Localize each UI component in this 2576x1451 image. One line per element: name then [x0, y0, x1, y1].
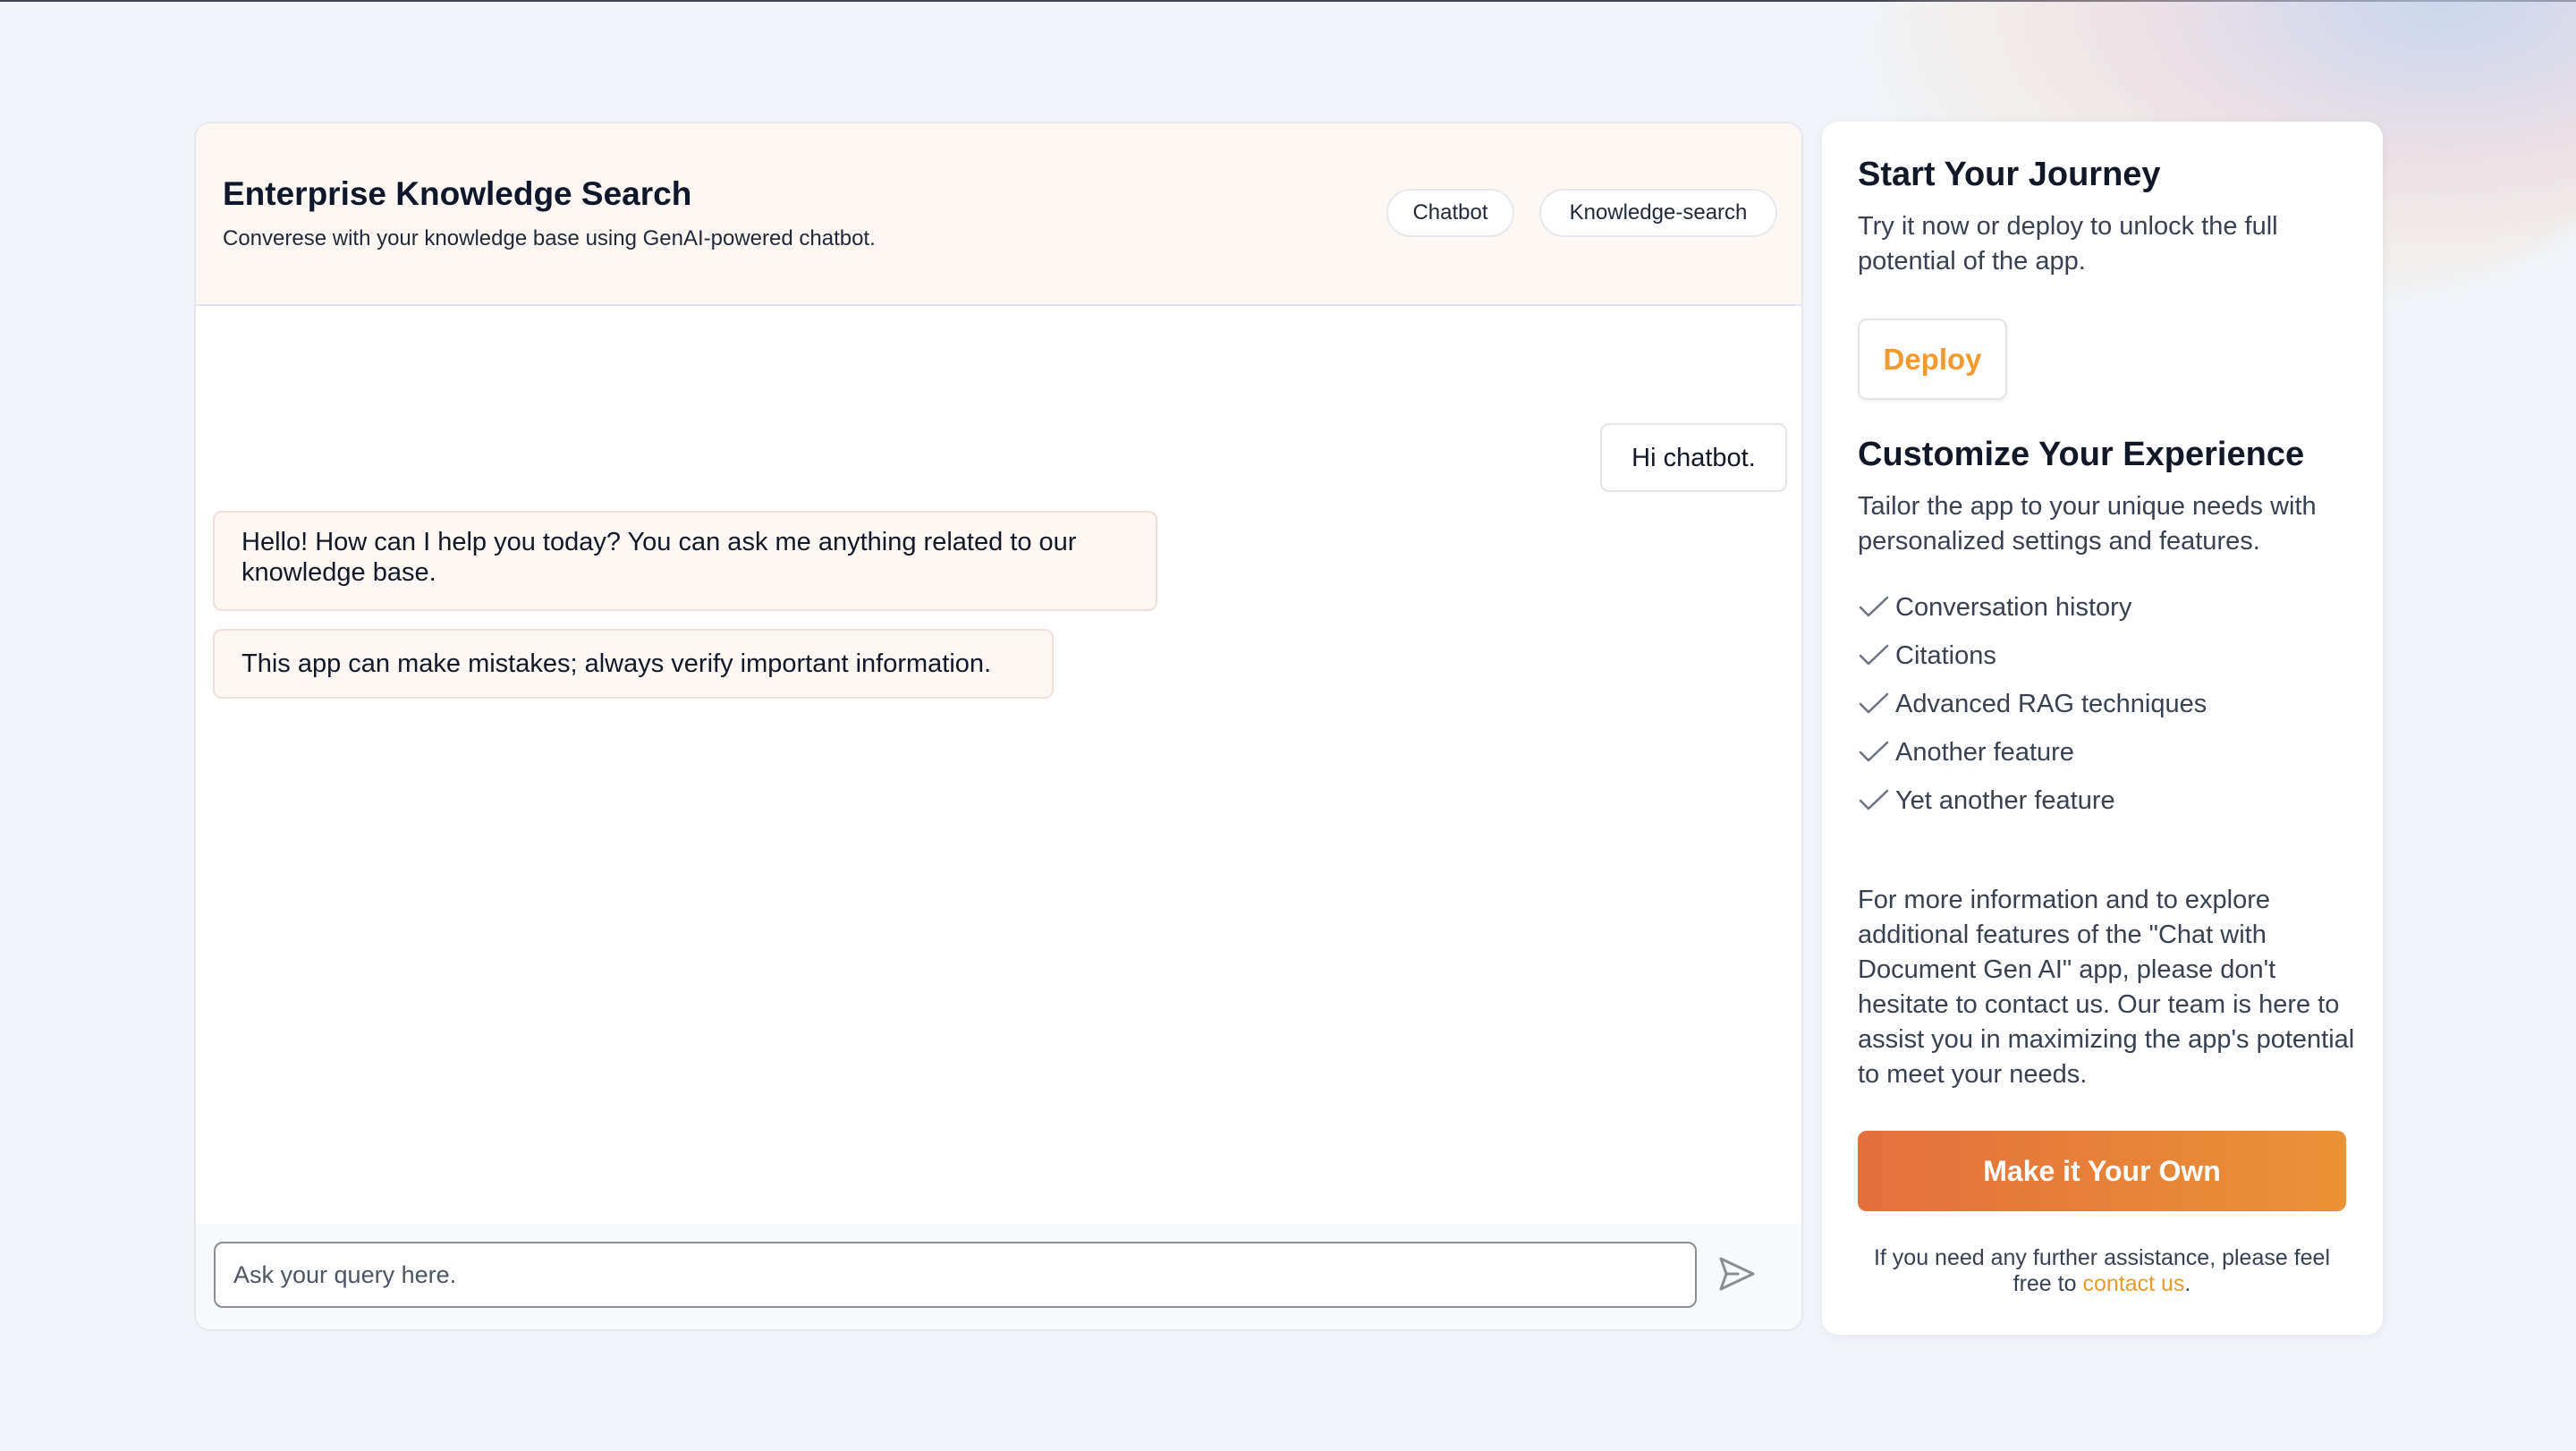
list-item: Advanced RAG techniques: [1858, 680, 2207, 728]
journey-title: Start Your Journey: [1858, 156, 2161, 193]
contact-us-link[interactable]: contact us: [2082, 1271, 2184, 1296]
deploy-button[interactable]: Deploy: [1858, 318, 2007, 400]
user-message: Hi chatbot.: [1600, 423, 1787, 492]
check-icon: [1858, 739, 1890, 766]
journey-text: Try it now or deploy to unlock the full …: [1858, 212, 2278, 276]
feature-label: Conversation history: [1895, 592, 2132, 622]
help-text: If you need any further assistance, plea…: [1858, 1245, 2346, 1297]
feature-label: Yet another feature: [1895, 785, 2115, 815]
list-item: Another feature: [1858, 728, 2207, 776]
chat-input-bar: [196, 1224, 1801, 1329]
bot-message: Hello! How can I help you today? You can…: [213, 511, 1157, 611]
page-title: Enterprise Knowledge Search: [223, 175, 692, 212]
list-item: Yet another feature: [1858, 776, 2207, 825]
tag-knowledge-search[interactable]: Knowledge-search: [1539, 189, 1777, 237]
feature-label: Another feature: [1895, 737, 2074, 767]
make-it-your-own-button[interactable]: Make it Your Own: [1858, 1131, 2346, 1211]
check-icon: [1858, 642, 1890, 669]
feature-list: Conversation history Citations Advanced …: [1858, 583, 2207, 825]
check-icon: [1858, 787, 1890, 814]
list-item: Citations: [1858, 632, 2207, 680]
chat-header: Enterprise Knowledge Search Converese wi…: [196, 123, 1801, 306]
feature-label: Advanced RAG techniques: [1895, 689, 2207, 718]
chat-panel: Enterprise Knowledge Search Converese wi…: [194, 122, 1803, 1331]
send-icon: [1718, 1256, 1756, 1296]
journey-panel: Start Your Journey Try it now or deploy …: [1822, 122, 2383, 1335]
send-button[interactable]: [1716, 1254, 1758, 1297]
query-input[interactable]: [214, 1242, 1697, 1308]
customize-text: Tailor the app to your unique needs with…: [1858, 492, 2317, 556]
customize-title: Customize Your Experience: [1858, 436, 2305, 473]
tag-chatbot[interactable]: Chatbot: [1386, 189, 1514, 237]
bot-disclaimer-message: This app can make mistakes; always verif…: [213, 629, 1054, 699]
feature-label: Citations: [1895, 641, 1996, 670]
list-item: Conversation history: [1858, 583, 2207, 632]
check-icon: [1858, 594, 1890, 621]
contact-info-text: For more information and to explore addi…: [1858, 886, 2355, 1089]
page-subtitle: Converese with your knowledge base using…: [223, 226, 876, 250]
help-text-suffix: .: [2184, 1271, 2191, 1296]
check-icon: [1858, 691, 1890, 717]
